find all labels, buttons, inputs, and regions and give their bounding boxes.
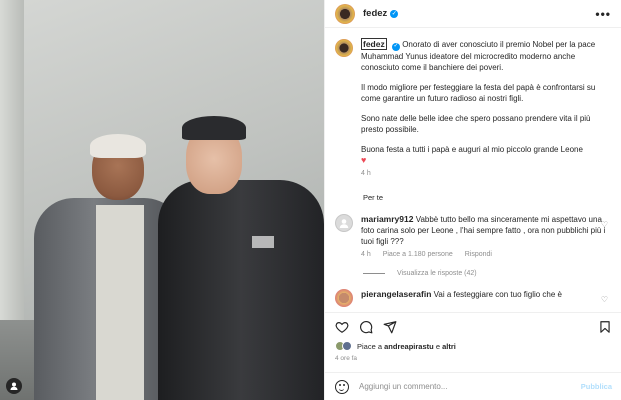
add-comment-bar: Pubblica bbox=[325, 372, 621, 400]
instagram-post-modal: fedez ✓ ••• fedez ✓ Onorato di aver cono… bbox=[0, 0, 621, 400]
see-translation-link[interactable]: Per te bbox=[363, 193, 614, 202]
share-send-icon[interactable] bbox=[383, 320, 397, 334]
comment-time[interactable]: 4 h bbox=[361, 251, 371, 258]
likes-others[interactable]: altri bbox=[442, 342, 456, 351]
comment-username[interactable]: pierangelaserafin bbox=[361, 289, 431, 299]
author-username[interactable]: fedez bbox=[363, 8, 387, 19]
caption-paragraph-2: Il modo migliore per festeggiare la fest… bbox=[361, 82, 596, 103]
photo-person-right-cap bbox=[182, 116, 246, 140]
comment-likes-count[interactable]: Piace a 1.180 persone bbox=[383, 251, 453, 258]
comment-icon[interactable] bbox=[359, 320, 373, 334]
author-avatar[interactable] bbox=[335, 3, 355, 24]
caption-author-avatar[interactable] bbox=[335, 39, 353, 57]
comment-meta: 4 h Piace a 1.180 persone Rispondi bbox=[361, 249, 609, 260]
more-options-icon[interactable]: ••• bbox=[595, 7, 611, 21]
post-caption: fedez ✓ Onorato di aver conosciuto il pr… bbox=[335, 38, 614, 179]
likes-conj: e bbox=[435, 341, 440, 351]
publish-comment-button[interactable]: Pubblica bbox=[581, 382, 612, 391]
photo-jacket-logo bbox=[252, 236, 274, 248]
replies-divider-line bbox=[363, 272, 385, 274]
likes-user[interactable]: andreapirastu bbox=[384, 342, 434, 351]
comment-item: mariamry912 Vabbè tutto bello ma sincera… bbox=[335, 213, 614, 260]
red-heart-emoji: ♥ bbox=[361, 154, 367, 165]
post-header: fedez ✓ ••• bbox=[325, 0, 621, 28]
comment-like-heart-icon[interactable]: ♡ bbox=[601, 220, 608, 229]
liker-avatar bbox=[342, 341, 352, 351]
post-details-panel: fedez ✓ ••• fedez ✓ Onorato di aver cono… bbox=[324, 0, 621, 400]
view-replies-button[interactable]: Visualizza le risposte (42) bbox=[363, 270, 614, 277]
comment-reply-button[interactable]: Rispondi bbox=[465, 251, 492, 258]
comment-text: Vai a festeggiare con tuo figlio che è bbox=[433, 289, 563, 299]
caption-verified-badge-icon: ✓ bbox=[391, 42, 400, 51]
caption-time[interactable]: 4 h bbox=[361, 168, 611, 179]
photo-person-left-hair bbox=[90, 134, 146, 158]
comments-section[interactable]: fedez ✓ Onorato di aver conosciuto il pr… bbox=[325, 29, 621, 312]
emoji-picker-icon[interactable] bbox=[335, 379, 349, 394]
post-photo[interactable] bbox=[0, 0, 324, 400]
caption-paragraph-3: Sono nate delle belle idee che spero pos… bbox=[361, 113, 591, 134]
caption-username[interactable]: fedez bbox=[361, 38, 387, 50]
like-heart-icon[interactable] bbox=[335, 320, 349, 334]
comment-like-heart-icon[interactable]: ♡ bbox=[601, 295, 608, 304]
post-actions-bar bbox=[325, 312, 621, 340]
caption-paragraph-4: Buona festa a tutti i papà e auguri al m… bbox=[361, 144, 583, 154]
comment-avatar[interactable] bbox=[335, 288, 353, 307]
view-replies-label: Visualizza le risposte (42) bbox=[397, 269, 477, 277]
photo-person-right-jacket bbox=[158, 180, 324, 400]
likes-summary[interactable]: Piace a andreapirastu e altri bbox=[335, 341, 456, 351]
verified-badge-icon: ✓ bbox=[390, 9, 399, 18]
save-bookmark-icon[interactable] bbox=[598, 320, 612, 334]
comment-username[interactable]: mariamry912 bbox=[361, 214, 413, 224]
caption-text: fedez ✓ Onorato di aver conosciuto il pr… bbox=[361, 38, 611, 179]
tagged-users-icon[interactable] bbox=[6, 378, 22, 394]
add-comment-input[interactable] bbox=[359, 382, 559, 391]
comment-avatar[interactable] bbox=[335, 213, 353, 232]
comment-item: pierangelaserafin Vai a festeggiare con … bbox=[335, 288, 614, 307]
photo-person-left-shirt bbox=[96, 205, 144, 400]
likes-prefix: Piace a bbox=[357, 341, 383, 351]
post-timestamp[interactable]: 4 ore fa bbox=[335, 355, 357, 362]
